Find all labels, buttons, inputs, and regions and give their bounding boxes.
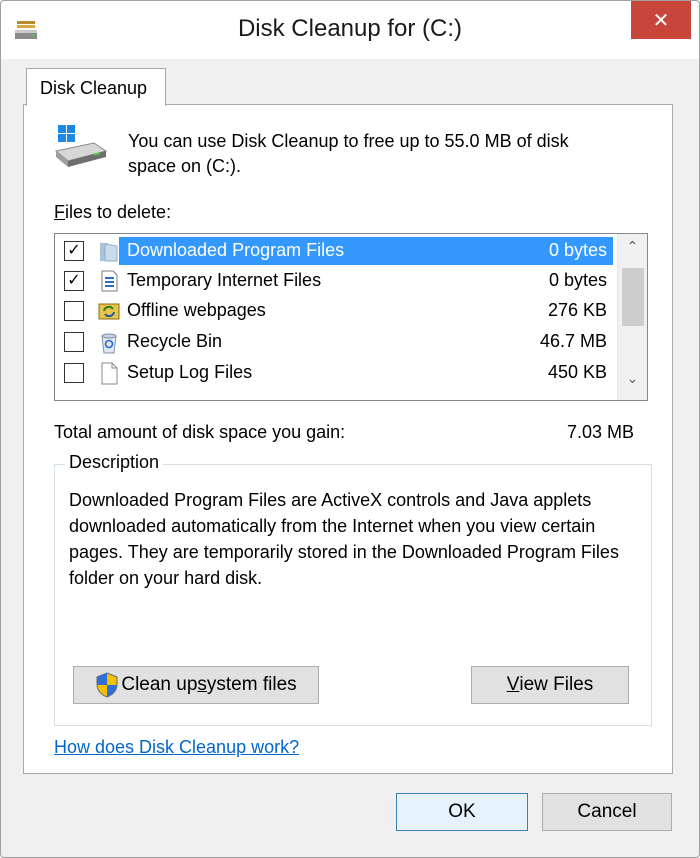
recycle-bin-icon [101, 333, 117, 354]
sync-folder-icon [98, 303, 120, 320]
files-to-delete-list[interactable]: ✓ Downloaded Program Files 0 bytes ✓ Tem… [54, 233, 648, 401]
list-item[interactable]: Setup Log Files 450 KB [55, 358, 615, 388]
view-files-button[interactable]: View Files [471, 666, 629, 704]
scroll-down-icon[interactable]: ⌄ [618, 370, 647, 394]
list-item[interactable]: ✓ Downloaded Program Files 0 bytes [55, 236, 615, 266]
files-label-accelerator: F [54, 202, 65, 222]
list-item[interactable]: Offline webpages 276 KB [55, 296, 615, 326]
close-icon: ✕ [652, 9, 670, 32]
intro-line-2: space on (C:). [128, 156, 242, 176]
disk-cleanup-window: Disk Cleanup for (C:) ✕ Disk Cleanup You… [0, 0, 700, 858]
uac-shield-icon [96, 672, 118, 698]
intro-line-1: You can use Disk Cleanup to free up to 5… [128, 131, 569, 151]
description-text: Downloaded Program Files are ActiveX con… [69, 490, 619, 588]
total-space-value: 7.03 MB [566, 422, 634, 442]
checkbox[interactable] [64, 363, 84, 383]
cancel-button[interactable]: Cancel [542, 793, 672, 831]
total-space-label: Total amount of disk space you gain: [54, 422, 346, 442]
clean-up-label-rest: ystem files [206, 674, 297, 695]
clean-up-system-files-button[interactable]: Clean up s ystem files [73, 666, 319, 704]
title-bar: Disk Cleanup for (C:) ✕ [1, 1, 699, 59]
file-name: Offline webpages [127, 300, 266, 320]
file-name: Recycle Bin [127, 331, 223, 351]
window-title: Disk Cleanup for (C:) [237, 15, 463, 42]
checkbox[interactable] [64, 332, 84, 352]
files-label-text: iles to delete: [65, 202, 172, 222]
list-item[interactable]: ✓ Temporary Internet Files 0 bytes [55, 266, 615, 296]
ok-button[interactable]: OK [396, 793, 528, 831]
file-name: Setup Log Files [127, 362, 253, 382]
description-legend: Description [65, 452, 164, 473]
file-size: 276 KB [547, 300, 607, 320]
file-name: Downloaded Program Files [127, 240, 345, 260]
clean-up-label-prefix: Clean up [121, 674, 198, 695]
scroll-thumb[interactable] [622, 268, 644, 326]
document-icon [101, 270, 118, 292]
file-size: 46.7 MB [539, 331, 607, 351]
drive-icon [54, 125, 108, 167]
disk-cleanup-panel: You can use Disk Cleanup to free up to 5… [23, 104, 673, 774]
file-size: 0 bytes [548, 270, 607, 290]
checkbox[interactable]: ✓ [64, 241, 84, 261]
list-item[interactable]: Recycle Bin 46.7 MB [55, 327, 615, 357]
file-name: Temporary Internet Files [127, 270, 322, 290]
tab-disk-cleanup[interactable]: Disk Cleanup [26, 68, 166, 106]
list-scrollbar[interactable]: ⌃ ⌄ [617, 234, 647, 400]
files-to-delete-label: Files to delete: [54, 202, 171, 223]
help-link[interactable]: How does Disk Cleanup work? [54, 737, 299, 758]
clean-up-label-accelerator: s [197, 674, 207, 695]
folder-icon [100, 243, 118, 262]
checkbox[interactable] [64, 301, 84, 321]
file-size: 450 KB [547, 362, 607, 382]
view-files-accelerator: V [506, 674, 520, 695]
file-size: 0 bytes [548, 240, 607, 260]
close-button[interactable]: ✕ [631, 1, 691, 39]
scroll-up-icon[interactable]: ⌃ [618, 238, 647, 262]
view-files-label-rest: iew Files [519, 674, 594, 695]
file-icon [101, 362, 118, 385]
checkbox[interactable]: ✓ [64, 271, 84, 291]
description-group: Description Downloaded Program Files are… [54, 452, 652, 726]
intro-text: You can use Disk Cleanup to free up to 5… [128, 129, 628, 179]
